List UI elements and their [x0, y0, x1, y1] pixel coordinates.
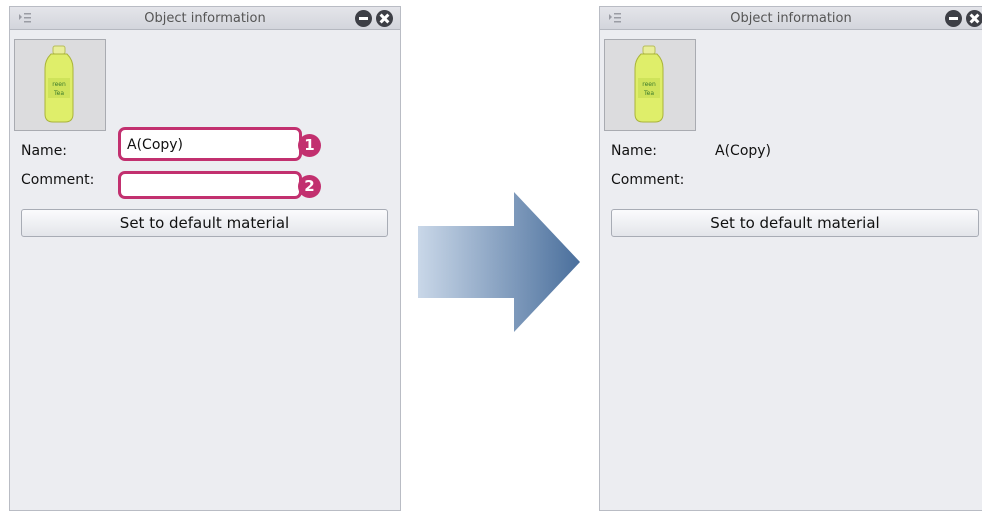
comment-label: Comment:	[611, 172, 685, 188]
callout-2: 2	[298, 175, 321, 198]
close-icon[interactable]	[376, 10, 393, 27]
svg-text:Tea: Tea	[643, 90, 654, 97]
object-information-panel-before: Object information reen Tea Name: A(Copy…	[9, 6, 401, 511]
callout-1: 1	[298, 134, 321, 157]
comment-label: Comment:	[21, 172, 95, 188]
name-input[interactable]: A(Copy)	[118, 127, 302, 161]
object-thumbnail: reen Tea	[604, 39, 696, 131]
arrow-right-icon	[418, 192, 580, 332]
name-value: A(Copy)	[715, 143, 772, 159]
panel-titlebar[interactable]: Object information	[600, 7, 982, 30]
name-value: A(Copy)	[127, 137, 184, 153]
svg-text:reen: reen	[642, 81, 656, 88]
minimize-icon[interactable]	[355, 10, 372, 27]
svg-text:reen: reen	[52, 81, 66, 88]
object-information-panel-after: Object information reen Tea Name: A(Copy…	[599, 6, 982, 511]
svg-text:Tea: Tea	[53, 90, 64, 97]
object-thumbnail: reen Tea	[14, 39, 106, 131]
green-tea-bottle-icon: reen Tea	[44, 45, 74, 123]
set-default-material-button[interactable]: Set to default material	[611, 209, 979, 237]
close-icon[interactable]	[966, 10, 982, 27]
set-default-material-button[interactable]: Set to default material	[21, 209, 388, 237]
panel-title: Object information	[144, 11, 266, 26]
name-label: Name:	[21, 143, 68, 159]
panel-titlebar[interactable]: Object information	[10, 7, 400, 30]
panel-title: Object information	[730, 11, 852, 26]
name-label: Name:	[611, 143, 658, 159]
green-tea-bottle-icon: reen Tea	[634, 45, 664, 123]
comment-input[interactable]	[118, 171, 302, 199]
minimize-icon[interactable]	[945, 10, 962, 27]
